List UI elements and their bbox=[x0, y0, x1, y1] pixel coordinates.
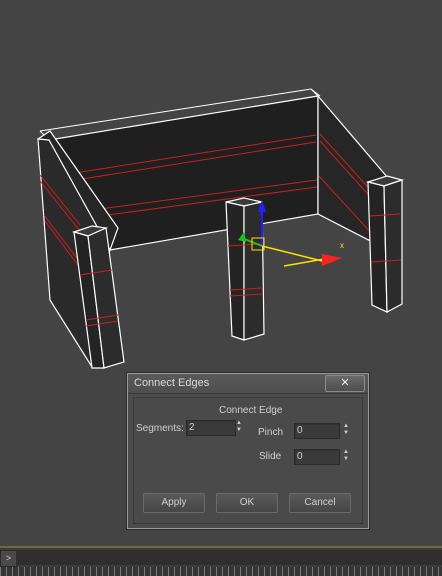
slide-spinner-arrows[interactable]: ▲ ▼ bbox=[342, 449, 350, 463]
segments-label: Segments: bbox=[136, 423, 184, 434]
spinner-down-icon[interactable]: ▼ bbox=[235, 427, 243, 434]
spinner-down-icon[interactable]: ▼ bbox=[342, 430, 350, 437]
connect-edges-dialog: Connect Edges ✕ Connect Edge Segments: 2… bbox=[127, 373, 369, 529]
slide-value[interactable]: 0 bbox=[297, 451, 303, 462]
dialog-titlebar[interactable]: Connect Edges ✕ bbox=[128, 374, 368, 394]
apply-button[interactable]: Apply bbox=[143, 493, 205, 513]
segments-spinner[interactable]: 2 bbox=[186, 420, 236, 436]
ok-button[interactable]: OK bbox=[216, 493, 278, 513]
close-button[interactable]: ✕ bbox=[325, 375, 365, 392]
pinch-value[interactable]: 0 bbox=[297, 425, 303, 436]
pinch-spinner-arrows[interactable]: ▲ ▼ bbox=[342, 423, 350, 437]
script-listener-toggle[interactable]: > bbox=[0, 550, 17, 567]
pinch-label: Pinch bbox=[258, 427, 284, 438]
middle-pillar bbox=[225, 197, 265, 341]
slide-label: Slide bbox=[259, 451, 282, 462]
svg-text:x: x bbox=[340, 241, 344, 250]
segments-spinner-arrows[interactable]: ▲ ▼ bbox=[235, 420, 243, 434]
status-accent-line bbox=[0, 546, 442, 548]
spinner-up-icon[interactable]: ▲ bbox=[342, 423, 350, 430]
slide-spinner[interactable]: 0 bbox=[294, 449, 340, 465]
spinner-down-icon[interactable]: ▼ bbox=[342, 456, 350, 463]
cancel-button[interactable]: Cancel bbox=[289, 493, 351, 513]
right-column bbox=[365, 175, 405, 313]
group-title: Connect Edge bbox=[219, 405, 283, 416]
script-listener-input[interactable] bbox=[16, 550, 442, 565]
timeline-ruler[interactable] bbox=[0, 567, 442, 576]
pinch-spinner[interactable]: 0 bbox=[294, 423, 340, 439]
dialog-title: Connect Edges bbox=[134, 377, 210, 389]
spinner-up-icon[interactable]: ▲ bbox=[235, 420, 243, 427]
segments-value[interactable]: 2 bbox=[189, 422, 195, 433]
status-bar: > bbox=[0, 546, 442, 576]
close-icon: ✕ bbox=[340, 377, 350, 389]
spinner-up-icon[interactable]: ▲ bbox=[342, 449, 350, 456]
